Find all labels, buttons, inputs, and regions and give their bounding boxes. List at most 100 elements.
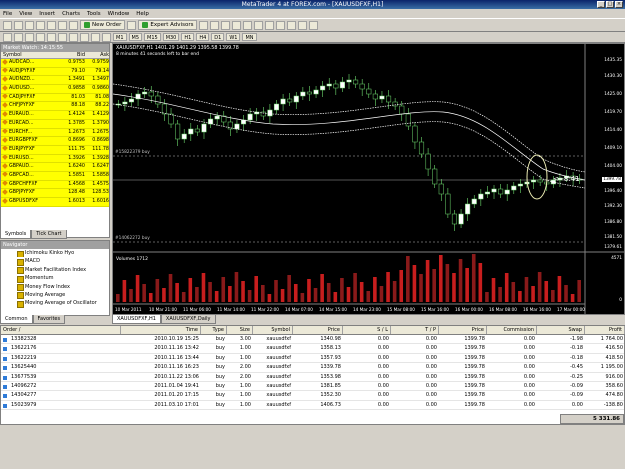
trade-row[interactable]: 13382328 2010.10.19 15:25 buy 3.00 xauusdfxf… <box>1 335 624 345</box>
timeframe-mn[interactable]: MN <box>242 33 257 41</box>
trade-row[interactable]: 14096272 2011.01.04 19:41 buy 1.00 xauusdfxf… <box>1 382 624 392</box>
templates-icon[interactable] <box>309 20 319 30</box>
column-current-price[interactable]: Price <box>439 326 487 334</box>
menu-window[interactable]: Window <box>108 11 130 17</box>
market-watch-row[interactable]: EURJPYFXF 111.75 111.78 <box>1 145 109 155</box>
market-watch-row[interactable]: EURUSD... 1.3926 1.3928 <box>1 154 109 164</box>
market-watch-row[interactable]: EURAUD... 1.4124 1.4129 <box>1 111 109 120</box>
fibonacci-icon[interactable] <box>69 32 78 42</box>
trendline-icon[interactable] <box>47 32 56 42</box>
column-stop-loss[interactable]: S / L <box>343 326 391 334</box>
trade-row[interactable]: 13677539 2010.11.22 13:06 buy 2.00 xauusdfxf… <box>1 373 624 382</box>
vertical-line-icon[interactable] <box>25 32 34 42</box>
indicator-moving-average[interactable]: Moving Average <box>1 291 109 300</box>
tab-favorites[interactable]: Favorites <box>32 315 66 324</box>
trade-row[interactable]: 13622176 2010.11.16 13:42 buy 1.00 xauusdfxf… <box>1 344 624 354</box>
terminal-icon[interactable] <box>58 20 67 30</box>
timeframe-m30[interactable]: M30 <box>162 33 180 41</box>
column-symbol[interactable]: Symbol <box>253 326 293 334</box>
new-chart-icon[interactable] <box>3 20 12 30</box>
tile-windows-icon[interactable] <box>254 20 264 30</box>
channel-icon[interactable] <box>58 32 67 42</box>
column-size[interactable]: Size <box>227 326 253 334</box>
navigator-icon[interactable] <box>47 20 56 30</box>
market-watch-row[interactable]: EURGBPFXF 0.8696 0.8698 <box>1 137 109 146</box>
text-icon[interactable] <box>80 32 89 42</box>
tab-symbols[interactable]: Symbols <box>0 230 32 239</box>
market-watch-row[interactable]: CADJPYFXF 81.03 81.08 <box>1 93 109 103</box>
indicator-osma[interactable]: Moving Average of Oscillator <box>1 299 109 308</box>
timeframe-m15[interactable]: M15 <box>144 33 161 41</box>
timeframe-h4[interactable]: H4 <box>196 33 210 41</box>
indicators-icon[interactable] <box>287 20 297 30</box>
periods-icon[interactable] <box>298 20 308 30</box>
timeframe-m1[interactable]: M1 <box>113 33 127 41</box>
indicator-ichimoku[interactable]: Ichimoku Kinko Hyo <box>1 249 109 258</box>
indicator-market-facilitation[interactable]: Market Facilitation Index <box>1 266 109 275</box>
menu-tools[interactable]: Tools <box>87 11 101 17</box>
menu-charts[interactable]: Charts <box>62 11 80 17</box>
bar-chart-icon[interactable] <box>199 20 209 30</box>
column-ask[interactable]: Ask <box>87 52 111 59</box>
market-watch-row[interactable]: AUDUSD... 0.9858 0.9860 <box>1 85 109 94</box>
trade-row[interactable]: 15023979 2011.03.10 17:01 buy 1.00 xauusdfxf… <box>1 401 624 411</box>
autoscroll-icon[interactable] <box>265 20 275 30</box>
indicator-money-flow[interactable]: Money Flow Index <box>1 283 109 291</box>
arrows-icon[interactable] <box>102 32 111 42</box>
trade-row[interactable]: 13625440 2010.11.16 16:23 buy 2.00 xauusdfxf… <box>1 363 624 373</box>
tab-chart-h1[interactable]: XAUUSDFXF,H1 <box>112 315 161 324</box>
timeframe-d1[interactable]: D1 <box>211 33 225 41</box>
close-button[interactable]: × <box>615 1 623 8</box>
tester-icon[interactable] <box>69 20 78 30</box>
tab-common[interactable]: Common <box>0 315 33 324</box>
market-watch-row[interactable]: GBPCAD... 1.5851 1.5858 <box>1 171 109 181</box>
timeframe-m5[interactable]: M5 <box>128 33 142 41</box>
trade-row[interactable]: 13622219 2010.11.16 13:44 buy 1.00 xauusdfxf… <box>1 354 624 364</box>
column-type[interactable]: Type <box>201 326 227 334</box>
indicator-macd[interactable]: MACD <box>1 257 109 266</box>
menu-insert[interactable]: Insert <box>39 11 55 17</box>
zoom-in-icon[interactable] <box>232 20 242 30</box>
market-watch-row[interactable]: AUDJPYFXF 79.10 79.14 <box>1 67 109 77</box>
timeframe-h1[interactable]: H1 <box>181 33 195 41</box>
text-label-icon[interactable] <box>91 32 100 42</box>
indicator-momentum[interactable]: Momentum <box>1 274 109 283</box>
menu-view[interactable]: View <box>19 11 32 17</box>
market-watch-row[interactable]: EURCHF... 1.2673 1.2675 <box>1 128 109 138</box>
market-watch-row[interactable]: GBPCHFFXF 1.4568 1.4575 <box>1 180 109 190</box>
candlestick-chart[interactable] <box>113 44 624 314</box>
column-open-price[interactable]: Price <box>293 326 343 334</box>
tab-tick-chart[interactable]: Tick Chart <box>31 230 67 239</box>
market-watch-row[interactable]: GBPUSDFXF 1.6013 1.6016 <box>1 198 109 207</box>
tab-chart-daily[interactable]: XAUUSDFXF,Daily <box>160 315 216 324</box>
market-watch-row[interactable]: GBPJPYFXF 128.48 128.53 <box>1 189 109 198</box>
column-take-profit[interactable]: T / P <box>391 326 439 334</box>
metaeditor-icon[interactable] <box>127 20 137 30</box>
zoom-out-icon[interactable] <box>243 20 253 30</box>
column-bid[interactable]: Bid <box>63 52 87 59</box>
market-watch-row[interactable]: EURCAD... 1.3785 1.3790 <box>1 119 109 129</box>
menu-file[interactable]: File <box>3 11 12 17</box>
minimize-button[interactable]: _ <box>597 1 605 8</box>
market-watch-row[interactable]: AUDCAD... 0.9753 0.9759 <box>1 59 109 68</box>
expert-advisors-button[interactable]: Expert Advisors <box>138 20 198 30</box>
menu-help[interactable]: Help <box>136 11 149 17</box>
market-watch-row[interactable]: CHFJPYFXF 88.18 88.22 <box>1 102 109 112</box>
timeframe-w1[interactable]: W1 <box>226 33 241 41</box>
column-profit[interactable]: Profit <box>585 326 625 334</box>
horizontal-line-icon[interactable] <box>36 32 45 42</box>
candlestick-icon[interactable] <box>210 20 220 30</box>
chart-shift-icon[interactable] <box>276 20 286 30</box>
column-time[interactable]: Time <box>121 326 201 334</box>
market-watch-icon[interactable] <box>25 20 34 30</box>
maximize-button[interactable]: □ <box>606 1 614 8</box>
cursor-icon[interactable] <box>3 32 12 42</box>
market-watch-row[interactable]: GBPAUD... 1.6240 1.6247 <box>1 163 109 172</box>
column-commission[interactable]: Commission <box>487 326 537 334</box>
data-window-icon[interactable] <box>36 20 45 30</box>
column-symbol[interactable]: Symbol <box>1 52 63 59</box>
market-watch-row[interactable]: AUDNZD... 1.3491 1.3497 <box>1 76 109 86</box>
trade-row[interactable]: 14304277 2011.01.20 17:15 buy 1.00 xauusdfxf… <box>1 391 624 401</box>
column-swap[interactable]: Swap <box>537 326 585 334</box>
new-order-button[interactable]: New Order <box>80 20 126 30</box>
